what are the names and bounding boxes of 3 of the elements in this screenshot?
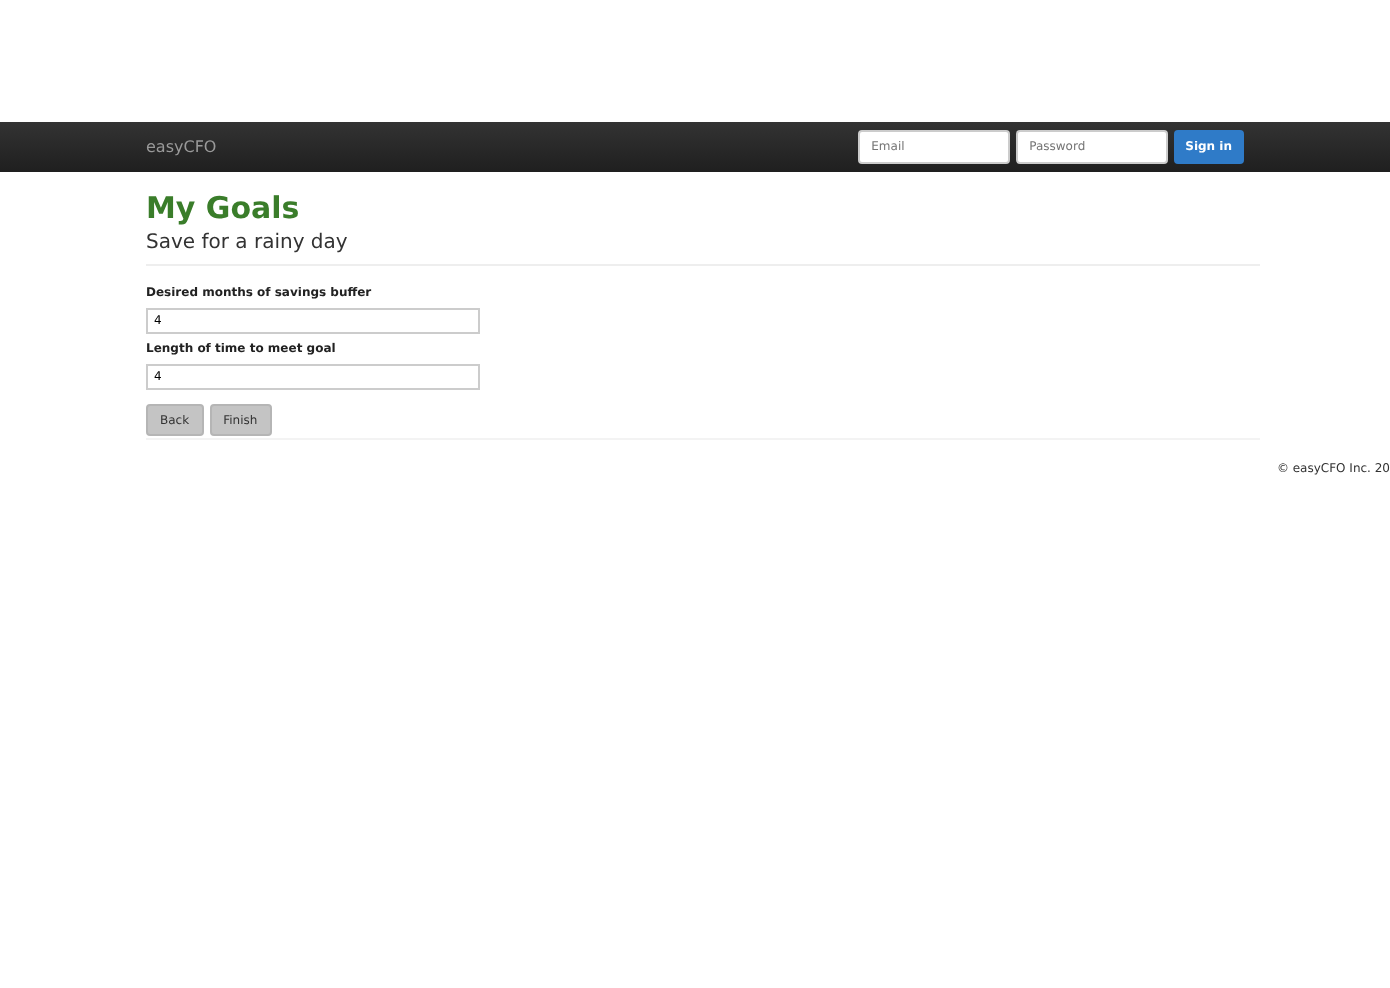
brand-link[interactable]: easyCFO <box>146 135 217 159</box>
section-title: Save for a rainy day <box>146 232 1260 266</box>
page-heading: My Goals <box>146 190 302 226</box>
